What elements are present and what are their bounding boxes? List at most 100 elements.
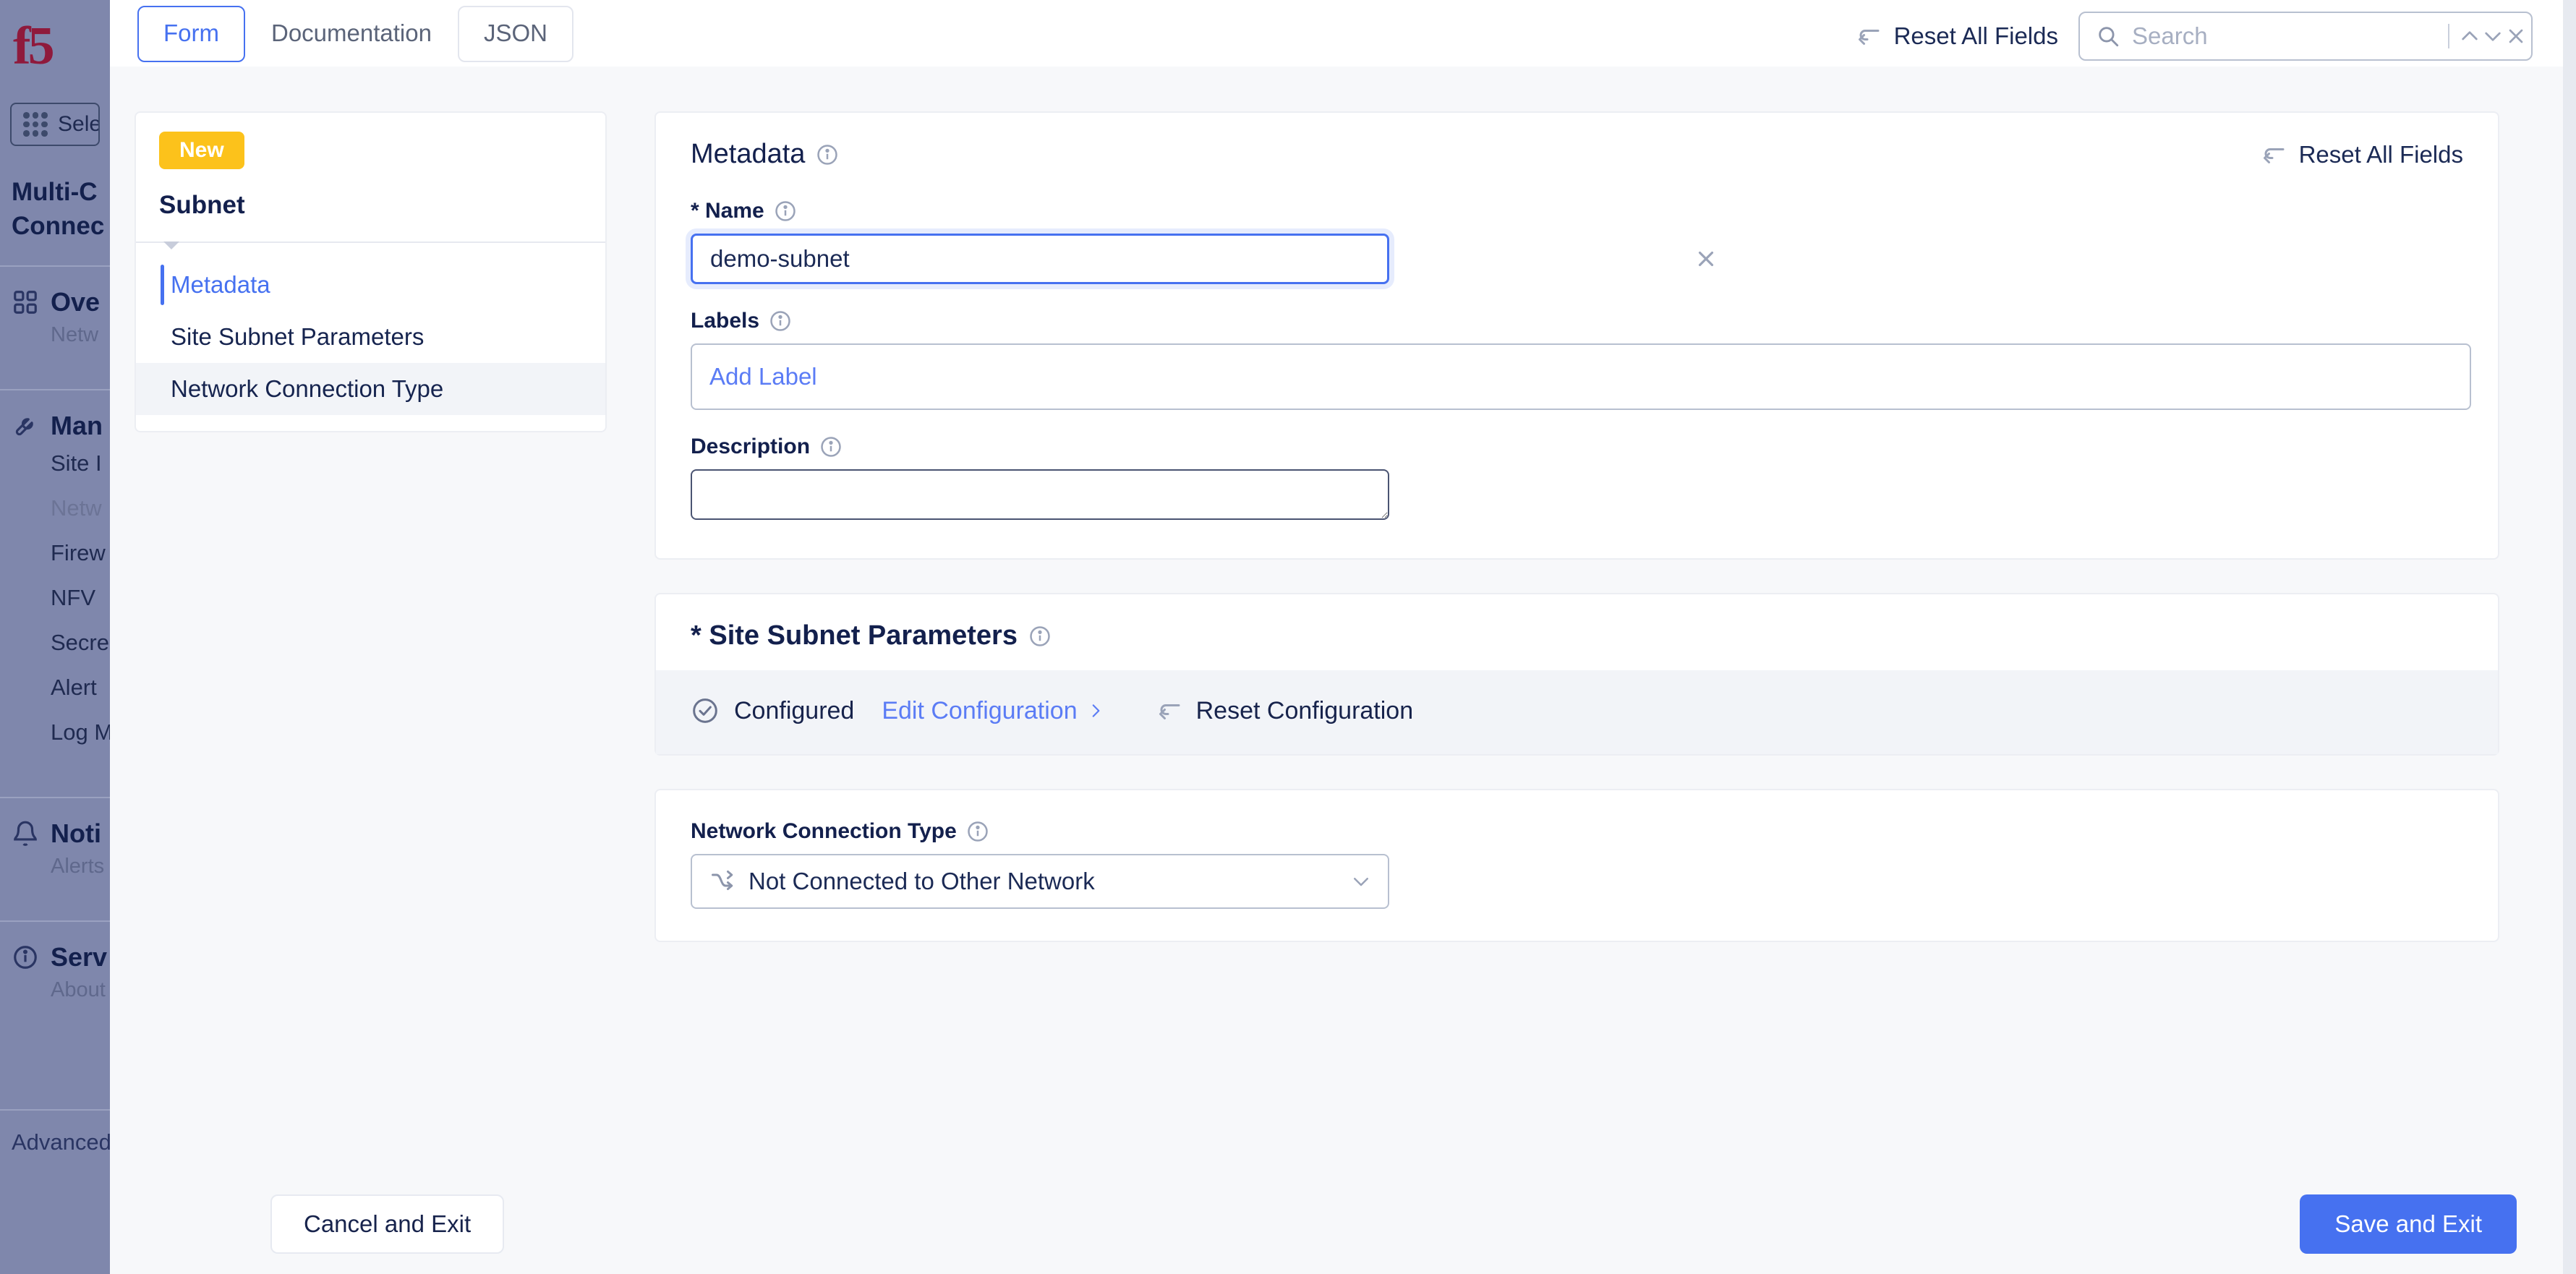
- network-connection-type-label: Network Connection Type: [691, 819, 957, 843]
- overlay-tabs: Form Documentation JSON: [110, 0, 573, 62]
- reset-arrow-icon: [2263, 148, 2285, 163]
- overlay-header: Form Documentation JSON Reset All Fields: [110, 0, 2563, 67]
- reset-arrow-icon: [1159, 704, 1180, 719]
- metadata-card: Metadata Reset All Fields * Name demo-su…: [654, 111, 2499, 560]
- info-icon[interactable]: [775, 200, 796, 222]
- sidebar-item-site-subnet-parameters[interactable]: Site Subnet Parameters: [136, 311, 605, 363]
- sidebar-item-network-connection-type[interactable]: Network Connection Type: [136, 363, 605, 415]
- metadata-reset-all-fields-button[interactable]: Reset All Fields: [2261, 141, 2463, 168]
- sidebar-section-manage[interactable]: Man Site I Netw Firew NFV Secre Alert Lo…: [0, 390, 110, 775]
- metadata-card-title: Metadata: [691, 139, 806, 169]
- network-connection-type-label-row: Network Connection Type: [691, 819, 2463, 844]
- reset-arrow-icon: [1858, 30, 1880, 45]
- name-input[interactable]: [691, 234, 1389, 284]
- search-input[interactable]: [2120, 22, 2439, 50]
- object-type-title: Subnet: [159, 191, 245, 219]
- subnet-config-overlay: Form Documentation JSON Reset All Fields: [110, 0, 2576, 1274]
- metadata-card-body: * Name demo-subnet Labels Add Label Desc…: [656, 170, 2498, 558]
- tab-json[interactable]: JSON: [457, 6, 573, 62]
- sidebar-section-services-label: Serv: [51, 941, 108, 972]
- overlay-right-strip: [2563, 0, 2576, 1274]
- info-circle-icon: [14, 945, 37, 969]
- form-main-column: Metadata Reset All Fields * Name demo-su…: [654, 111, 2499, 975]
- sidebar-link-firew[interactable]: Firew: [12, 531, 110, 576]
- app-sidebar-title: Multi-C Connec: [12, 178, 105, 241]
- edit-configuration-label: Edit Configuration: [882, 696, 1078, 724]
- f5-logo-text: f5: [13, 17, 55, 76]
- info-icon[interactable]: [967, 821, 989, 842]
- clear-name-icon[interactable]: [1694, 247, 1718, 271]
- form-section-nav: New Subnet Metadata Site Subnet Paramete…: [135, 111, 607, 432]
- save-and-exit-button[interactable]: Save and Exit: [2300, 1194, 2517, 1254]
- namespace-selector-label: Sele: [58, 112, 100, 136]
- site-subnet-configured-row: Configured Edit Configuration Reset Conf…: [656, 670, 2498, 754]
- status-badge-new: New: [159, 132, 244, 169]
- sidebar-section-manage-label: Man: [51, 410, 103, 440]
- sidebar-link-nfv[interactable]: NFV: [12, 576, 110, 620]
- check-circle-icon: [693, 698, 717, 723]
- network-card-body: Network Connection Type Not Connected to…: [656, 790, 2498, 941]
- sidebar-section-overview[interactable]: Ove Netw: [0, 267, 110, 367]
- info-icon[interactable]: [769, 310, 791, 332]
- form-nav-items: Metadata Site Subnet Parameters Network …: [136, 243, 605, 431]
- sidebar-link-secre[interactable]: Secre: [12, 620, 110, 665]
- description-field-label-row: Description: [691, 435, 2463, 459]
- name-field-label-row: * Name: [691, 199, 2463, 223]
- reset-configuration-button[interactable]: Reset Configuration: [1157, 697, 1413, 725]
- search-prev-button[interactable]: [2458, 17, 2481, 55]
- namespace-selector[interactable]: Sele: [10, 103, 100, 146]
- chevron-down-icon[interactable]: [1350, 871, 1372, 892]
- sidebar-link-netw[interactable]: Netw: [12, 486, 110, 531]
- site-subnet-card-title: * Site Subnet Parameters: [691, 620, 1018, 651]
- network-connection-type-card: Network Connection Type Not Connected to…: [654, 789, 2499, 942]
- sidebar-section-notifications[interactable]: Noti Alerts: [0, 798, 110, 899]
- site-subnet-card-title-group: * Site Subnet Parameters: [691, 620, 1051, 651]
- tab-documentation[interactable]: Documentation: [245, 6, 458, 62]
- sidebar-advanced-link[interactable]: Advanced: [0, 1111, 110, 1155]
- labels-field-group: Labels Add Label: [691, 309, 2471, 410]
- grid-dots-icon: [23, 112, 48, 137]
- metadata-card-title-group: Metadata: [691, 139, 838, 170]
- overlay-footer: Cancel and Exit Save and Exit: [110, 1174, 2563, 1274]
- name-input-row: [691, 234, 2463, 284]
- site-subnet-parameters-card: * Site Subnet Parameters Configured Edit…: [654, 593, 2499, 756]
- sidebar-item-metadata[interactable]: Metadata: [136, 259, 605, 311]
- screen-root: f5 Sele Multi-C Connec Ove Netw Man Site…: [0, 0, 2576, 1274]
- sidebar-section-services[interactable]: Serv About: [0, 922, 110, 1022]
- search-icon: [2099, 27, 2119, 47]
- overlay-header-actions: Reset All Fields: [1856, 0, 2563, 61]
- chevron-right-icon: [1092, 704, 1100, 717]
- tab-form[interactable]: Form: [137, 6, 245, 62]
- reset-all-fields-label: Reset All Fields: [1893, 22, 2058, 49]
- shuffle-arrows-icon: [712, 871, 733, 890]
- labels-field-label: Labels: [691, 309, 760, 333]
- overlay-body: New Subnet Metadata Site Subnet Paramete…: [110, 67, 2563, 1174]
- search-close-button[interactable]: [2504, 17, 2528, 55]
- configured-status-group: Configured Edit Configuration: [691, 696, 1105, 725]
- chevron-up-icon: [2462, 31, 2478, 40]
- edit-configuration-button[interactable]: Edit Configuration: [882, 697, 1104, 725]
- sidebar-link-site-i[interactable]: Site I: [12, 441, 110, 486]
- description-input[interactable]: [691, 469, 1389, 520]
- form-nav-divider: [136, 241, 605, 249]
- reset-all-fields-button[interactable]: Reset All Fields: [1856, 22, 2058, 50]
- search-next-button[interactable]: [2481, 17, 2504, 55]
- f5-logo: f5: [0, 0, 110, 93]
- labels-input-area[interactable]: Add Label: [691, 343, 2471, 410]
- sidebar-section-services-subtitle: About: [51, 978, 106, 1001]
- network-connection-type-select[interactable]: Not Connected to Other Network: [691, 854, 1389, 909]
- description-field-label: Description: [691, 435, 811, 458]
- bell-icon: [14, 821, 37, 846]
- sidebar-link-alert[interactable]: Alert: [12, 665, 110, 710]
- info-icon[interactable]: [816, 144, 838, 166]
- info-icon[interactable]: [820, 436, 842, 458]
- site-subnet-card-header: * Site Subnet Parameters: [656, 594, 2498, 670]
- add-label-button[interactable]: Add Label: [709, 363, 817, 390]
- sidebar-link-log-m[interactable]: Log M: [12, 710, 110, 755]
- cancel-and-exit-button[interactable]: Cancel and Exit: [270, 1194, 505, 1254]
- chevron-down-icon: [2485, 32, 2501, 41]
- sidebar-section-notifications-subtitle: Alerts: [51, 854, 105, 878]
- search-box[interactable]: [2078, 12, 2533, 61]
- sidebar-section-overview-label: Ove: [51, 286, 101, 317]
- info-icon[interactable]: [1029, 625, 1051, 647]
